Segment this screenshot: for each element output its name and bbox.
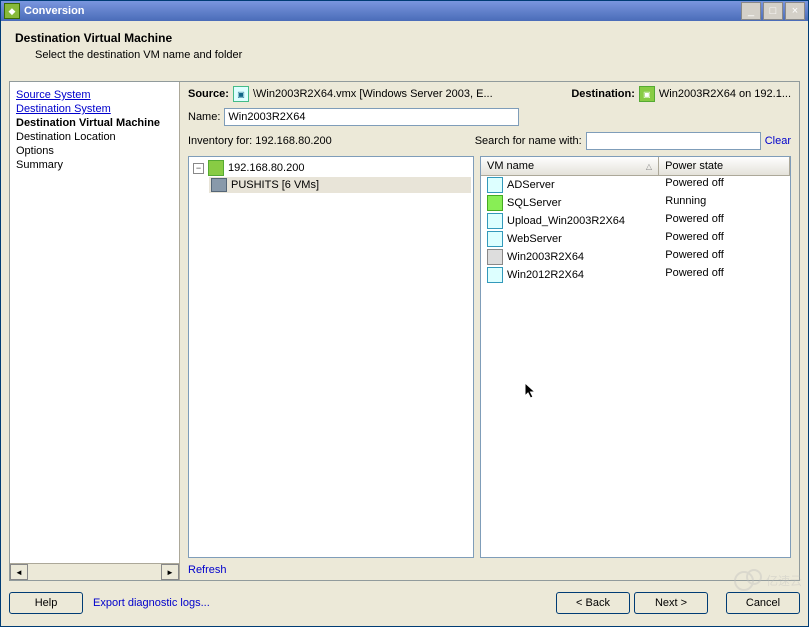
vm-power-state: Powered off (659, 177, 790, 193)
inventory-host: 192.168.80.200 (255, 135, 331, 147)
nav-item-source-system[interactable]: Source System (16, 88, 173, 102)
inventory-label-prefix: Inventory for: (188, 135, 255, 147)
vm-name: SQLServer (507, 197, 561, 209)
panes: − 192.168.80.200 PUSHITS [6 VMs] VM name (188, 156, 791, 558)
source-label: Source: (188, 88, 229, 100)
destination-label: Destination: (571, 88, 635, 100)
inventory-row: Inventory for: 192.168.80.200 Search for… (188, 132, 791, 150)
tree-root-label: 192.168.80.200 (228, 162, 304, 174)
table-row[interactable]: SQLServer Running (481, 194, 790, 212)
host-icon (208, 160, 224, 176)
vm-icon (487, 213, 503, 229)
next-button[interactable]: Next > (634, 592, 708, 614)
table-row[interactable]: WebServer Powered off (481, 230, 790, 248)
search-input[interactable] (586, 132, 761, 150)
nav-item-destination-system[interactable]: Destination System (16, 102, 173, 116)
vm-power-state: Powered off (659, 249, 790, 265)
vm-power-state: Powered off (659, 267, 790, 283)
vm-name: WebServer (507, 233, 562, 245)
vm-grid: VM name △ Power state ADServer Powered of… (480, 156, 791, 558)
vm-name: ADServer (507, 179, 555, 191)
column-power-state[interactable]: Power state (659, 157, 790, 175)
close-button[interactable]: × (785, 2, 805, 20)
cancel-button[interactable]: Cancel (726, 592, 800, 614)
back-button[interactable]: < Back (556, 592, 630, 614)
source-icon: ▣ (233, 86, 249, 102)
refresh-link[interactable]: Refresh (188, 564, 227, 576)
search-label: Search for name with: (475, 135, 582, 147)
nav-item-destination-location: Destination Location (16, 130, 173, 144)
nav-item-options: Options (16, 144, 173, 158)
wizard-nav: Source System Destination System Destina… (10, 82, 180, 580)
page-subtitle: Select the destination VM name and folde… (35, 49, 794, 61)
vm-power-state: Powered off (659, 213, 790, 229)
table-row[interactable]: Win2012R2X64 Powered off (481, 266, 790, 284)
grid-header: VM name △ Power state (481, 157, 790, 176)
nav-item-destination-vm: Destination Virtual Machine (16, 116, 173, 130)
titlebar[interactable]: ◆ Conversion _ □ × (1, 1, 808, 21)
vm-icon (487, 231, 503, 247)
vm-icon (487, 177, 503, 193)
column-vm-name[interactable]: VM name △ (481, 157, 659, 175)
inventory-label: Inventory for: 192.168.80.200 (188, 135, 332, 147)
nav-item-summary: Summary (16, 158, 173, 172)
scroll-left-icon[interactable]: ◄ (10, 564, 28, 580)
vm-power-state: Running (659, 195, 790, 211)
window-title: Conversion (24, 5, 741, 17)
destination-icon: ▣ (639, 86, 655, 102)
vm-power-state: Powered off (659, 231, 790, 247)
export-logs-link[interactable]: Export diagnostic logs... (93, 597, 210, 609)
collapse-icon[interactable]: − (193, 163, 204, 174)
page-title: Destination Virtual Machine (15, 31, 794, 45)
wizard-body: Source System Destination System Destina… (9, 81, 800, 581)
tree-child-label: PUSHITS [6 VMs] (231, 179, 319, 191)
destination-value: Win2003R2X64 on 192.1... (659, 88, 791, 100)
minimize-button[interactable]: _ (741, 2, 761, 20)
table-row[interactable]: Win2003R2X64 Powered off (481, 248, 790, 266)
vm-name: Win2003R2X64 (507, 251, 584, 263)
scroll-right-icon[interactable]: ► (161, 564, 179, 580)
clear-link[interactable]: Clear (765, 135, 791, 147)
vm-icon (487, 267, 503, 283)
table-row[interactable]: Upload_Win2003R2X64 Powered off (481, 212, 790, 230)
conversion-window: ◆ Conversion _ □ × Destination Virtual M… (0, 0, 809, 627)
tree-child-node[interactable]: PUSHITS [6 VMs] (209, 177, 471, 193)
app-icon: ◆ (4, 3, 20, 19)
column-power-state-label: Power state (665, 160, 723, 172)
name-label: Name: (188, 111, 220, 123)
wizard-header: Destination Virtual Machine Select the d… (1, 21, 808, 77)
scroll-track[interactable] (28, 564, 161, 580)
help-button[interactable]: Help (9, 592, 83, 614)
sort-asc-icon: △ (646, 162, 652, 171)
tree-root-node[interactable]: − 192.168.80.200 (191, 159, 471, 177)
wizard-main: Source: ▣ \Win2003R2X64.vmx [Windows Ser… (180, 82, 799, 580)
source-value: \Win2003R2X64.vmx [Windows Server 2003, … (253, 88, 567, 100)
datacenter-icon (211, 178, 227, 192)
vm-name: Win2012R2X64 (507, 269, 584, 281)
maximize-button[interactable]: □ (763, 2, 783, 20)
grid-body[interactable]: ADServerPowered offSQLServerRunningUploa… (481, 176, 790, 557)
vm-name: Upload_Win2003R2X64 (507, 215, 625, 227)
inventory-tree[interactable]: − 192.168.80.200 PUSHITS [6 VMs] (188, 156, 474, 558)
name-input[interactable] (224, 108, 519, 126)
vm-icon (487, 249, 503, 265)
source-dest-row: Source: ▣ \Win2003R2X64.vmx [Windows Ser… (188, 86, 791, 102)
name-row: Name: (188, 108, 791, 126)
wizard-footer: Help Export diagnostic logs... < Back Ne… (9, 588, 800, 618)
nav-scrollbar[interactable]: ◄ ► (10, 563, 179, 580)
column-vm-name-label: VM name (487, 160, 534, 172)
table-row[interactable]: ADServer Powered off (481, 176, 790, 194)
vm-icon (487, 195, 503, 211)
